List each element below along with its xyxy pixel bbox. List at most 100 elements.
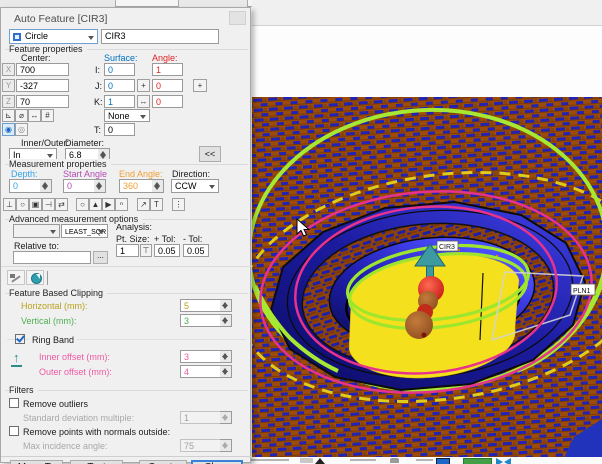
minus-tol-label: - Tol:	[183, 234, 202, 244]
measure-option-3-button[interactable]: ▣	[29, 198, 42, 211]
snap-diameter-button[interactable]: ⌀	[15, 109, 28, 122]
surface-j-input[interactable]: 0	[104, 79, 135, 92]
test-button[interactable]: Test	[70, 460, 123, 464]
measure-option-10-button[interactable]: ↗	[137, 198, 150, 211]
dialog-close-button[interactable]	[229, 11, 246, 25]
horizontal-spinner[interactable]	[220, 299, 232, 312]
angle-j-input[interactable]: 0	[152, 79, 183, 92]
std-dev-input[interactable]: 1	[180, 411, 221, 424]
algorithm-combobox[interactable]: LEAST_SQR	[61, 224, 108, 238]
vector-align-button[interactable]: ↔	[137, 95, 150, 108]
max-incidence-input[interactable]: 75	[180, 439, 221, 452]
ring-band-direction-icon[interactable]: ↑	[11, 351, 22, 364]
y-axis-button[interactable]: Y	[2, 79, 15, 92]
feature-label-cir3[interactable]: CIR3	[437, 241, 458, 251]
angle-k-input[interactable]: 0	[152, 95, 183, 108]
tab-scan-settings[interactable]	[26, 270, 44, 285]
ring-band-label: Ring Band	[29, 335, 77, 345]
statusbar-fragment	[416, 459, 433, 461]
plus-tol-input[interactable]: 0.05	[154, 244, 180, 257]
measure-option-1-button[interactable]: ⊥	[3, 198, 16, 211]
status-bar-sliver	[245, 457, 602, 464]
statusbar-fragment	[249, 459, 289, 461]
start-angle-input[interactable]: 0	[63, 179, 95, 193]
collapse-dialog-button[interactable]: <<	[199, 146, 221, 162]
feature-id-input[interactable]: CIR3	[101, 29, 219, 44]
surface-k-input[interactable]: 1	[104, 95, 135, 108]
measure-option-7-button[interactable]: ▲	[89, 198, 102, 211]
horizontal-label: Horizontal (mm):	[21, 301, 88, 311]
std-dev-spinner[interactable]	[220, 411, 232, 424]
circle-feature-icon	[13, 33, 21, 41]
horizontal-input[interactable]: 5	[180, 299, 221, 312]
relative-to-input[interactable]	[13, 251, 91, 264]
measure-option-12-button[interactable]: ⋮	[172, 198, 185, 211]
outer-offset-spinner[interactable]	[220, 365, 232, 378]
measure-option-8-button[interactable]: ▶	[102, 198, 115, 211]
ring-band-checkbox[interactable]	[15, 334, 25, 344]
sensor-mode-combobox[interactable]: None	[104, 109, 150, 122]
probe-sphere-brown-large	[405, 311, 433, 339]
measure-option-9-button[interactable]: ⁿ	[115, 198, 128, 211]
tab-laser-settings[interactable]	[7, 270, 25, 285]
remove-outliers-checkbox[interactable]	[9, 398, 19, 408]
start-angle-spinner[interactable]	[94, 179, 106, 193]
probe-toggle-off-button[interactable]: ◎	[15, 123, 28, 136]
diameter-label: Diameter:	[65, 138, 104, 148]
snap-grid-button[interactable]: #	[41, 109, 54, 122]
max-incidence-label: Max incidence angle:	[23, 441, 108, 451]
pick-point-button[interactable]: ⊾	[2, 109, 15, 122]
max-incidence-spinner[interactable]	[220, 439, 232, 452]
statusbar-fragment	[300, 458, 313, 463]
remove-normals-checkbox[interactable]	[9, 426, 19, 436]
angle-i-input[interactable]: 1	[152, 63, 183, 76]
surface-label: Surface:	[104, 53, 138, 63]
t-input[interactable]: 0	[104, 123, 135, 136]
probe-toggle-on-button[interactable]: ◉	[2, 123, 15, 136]
depth-input[interactable]: 0	[9, 179, 41, 193]
clipping-header: Feature Based Clipping	[9, 288, 107, 298]
start-angle-label: Start Angle	[63, 169, 107, 179]
outer-offset-input[interactable]: 4	[180, 365, 221, 378]
analysis-pick-button[interactable]: ⊤	[140, 244, 152, 257]
create-button[interactable]: Create	[139, 460, 187, 464]
end-angle-spinner[interactable]	[152, 179, 164, 193]
measure-option-6-button[interactable]: ○	[76, 198, 89, 211]
dialog-titlebar[interactable]: Auto Feature [CIR3]	[1, 8, 250, 28]
relative-to-browse-button[interactable]: ...	[93, 251, 108, 264]
z-axis-button[interactable]: Z	[2, 95, 15, 108]
relative-to-label: Relative to:	[14, 241, 59, 251]
feature-label-pln1[interactable]: PLN1	[571, 284, 595, 295]
feature-type-combobox[interactable]: Circle	[9, 29, 98, 44]
vertical-input[interactable]: 3	[180, 314, 221, 327]
center-z-input[interactable]: 70	[16, 95, 69, 108]
measure-option-4-button[interactable]: ⊣	[42, 198, 55, 211]
dialog-title: Auto Feature [CIR3]	[14, 13, 107, 25]
surface-i-input[interactable]: 0	[104, 63, 135, 76]
angle-vector-flip-button[interactable]: +	[193, 79, 207, 92]
direction-combobox[interactable]: CCW	[171, 179, 219, 193]
end-angle-input[interactable]: 360	[119, 179, 153, 193]
algorithm-aux-combobox[interactable]	[13, 224, 60, 238]
close-button[interactable]: Close	[191, 460, 243, 464]
depth-spinner[interactable]	[40, 179, 52, 193]
move-to-button[interactable]: Move To	[10, 460, 63, 464]
inner-offset-input[interactable]: 3	[180, 350, 221, 363]
measure-option-5-button[interactable]: ⇄	[55, 198, 68, 211]
surface-vector-flip-button[interactable]: +	[137, 79, 150, 92]
vertical-spinner[interactable]	[220, 314, 232, 327]
x-axis-button[interactable]: X	[2, 63, 15, 76]
center-y-input[interactable]: -327	[16, 79, 69, 92]
pt-size-input[interactable]: 1	[116, 244, 139, 257]
bowtie-icon-right	[504, 458, 511, 464]
lock-icon	[390, 458, 399, 463]
advanced-options-header: Advanced measurement options	[9, 214, 142, 224]
center-x-input[interactable]: 700	[16, 63, 69, 76]
minus-tol-input[interactable]: 0.05	[183, 244, 209, 257]
measure-option-11-button[interactable]: T	[150, 198, 163, 211]
snap-width-button[interactable]: ↔	[28, 109, 41, 122]
inner-offset-spinner[interactable]	[220, 350, 232, 363]
measure-option-2-button[interactable]: ○	[16, 198, 29, 211]
3d-graphics-viewport[interactable]: CIR3 PLN1	[252, 97, 602, 457]
remove-normals-label: Remove points with normals outside:	[23, 427, 170, 437]
